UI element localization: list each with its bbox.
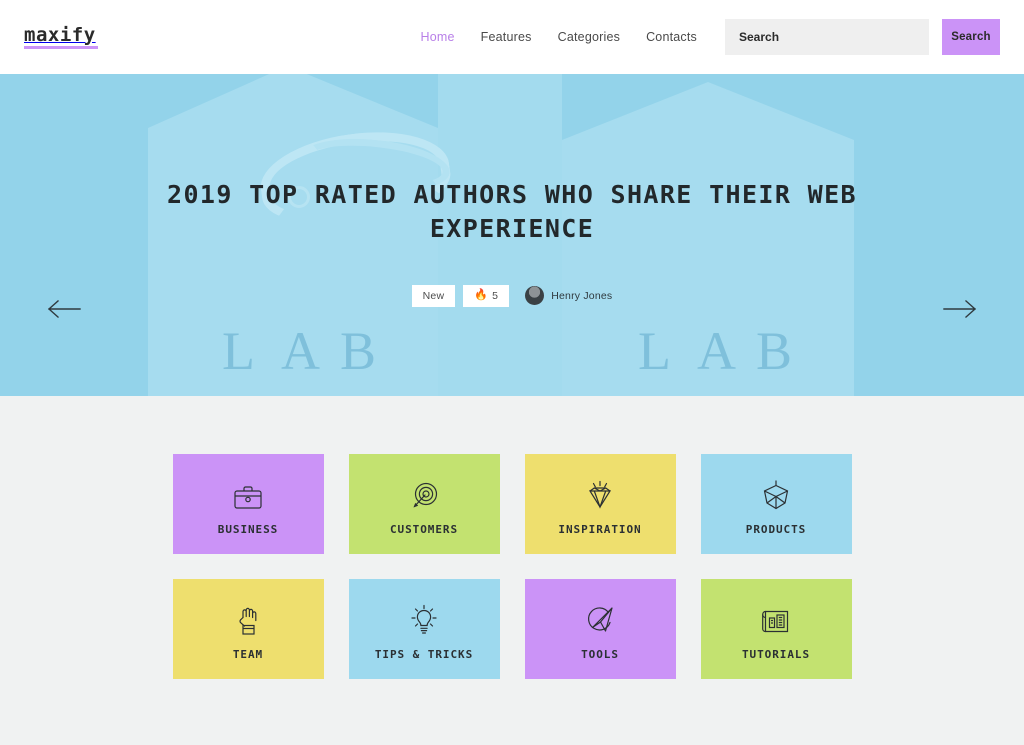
hero-slider: L A B E L PSDMockup L A B E L PSDMockup … bbox=[0, 74, 1024, 396]
nav-item-categories[interactable]: Categories bbox=[558, 30, 620, 44]
target-icon bbox=[409, 473, 439, 511]
hero-mockup-letter: B bbox=[340, 321, 380, 381]
nav-links: Home Features Categories Contacts bbox=[421, 30, 697, 44]
categories-section: Business Customers bbox=[0, 396, 1024, 679]
blueprint-icon bbox=[761, 598, 792, 636]
category-tile-tips-tricks[interactable]: Tips & Tricks bbox=[348, 579, 500, 679]
site-logo[interactable]: maxify bbox=[24, 23, 98, 49]
logo-underline bbox=[24, 45, 98, 49]
hero-title: 2019 Top Rated Authors Who Share Their W… bbox=[167, 180, 857, 244]
search-button[interactable]: Search bbox=[942, 19, 1000, 55]
category-tile-team[interactable]: Team bbox=[172, 579, 324, 679]
hero-mockup-letter: B bbox=[756, 321, 796, 381]
category-label: Tools bbox=[581, 647, 619, 661]
hero-likes-badge[interactable]: 🔥 5 bbox=[463, 284, 510, 307]
lightbulb-icon bbox=[409, 598, 439, 636]
hero-mockup-letter: A bbox=[281, 321, 324, 381]
main-navigation: Home Features Categories Contacts Search bbox=[421, 19, 1000, 55]
hero-mockup-letter: L bbox=[638, 321, 675, 381]
hero-likes-count: 5 bbox=[492, 289, 499, 302]
hero-content: 2019 Top Rated Authors Who Share Their W… bbox=[0, 178, 1024, 307]
nav-item-features[interactable]: Features bbox=[481, 30, 532, 44]
site-logo-text: maxify bbox=[24, 23, 96, 46]
category-tile-tools[interactable]: Tools bbox=[524, 579, 676, 679]
category-tile-business[interactable]: Business bbox=[172, 454, 324, 554]
category-label: Customers bbox=[389, 522, 459, 536]
paper-plane-icon bbox=[584, 598, 616, 636]
site-header: maxify Home Features Categories Contacts… bbox=[0, 0, 1024, 74]
hero-new-badge-label: New bbox=[422, 289, 445, 302]
category-label: Tutorials bbox=[741, 647, 811, 661]
category-label: Team bbox=[232, 647, 264, 661]
nav-item-home[interactable]: Home bbox=[421, 30, 455, 44]
flame-icon: 🔥 bbox=[474, 289, 489, 301]
diamond-icon bbox=[585, 473, 615, 511]
hero-mockup-letter: A bbox=[697, 321, 740, 381]
category-tile-customers[interactable]: Customers bbox=[348, 454, 500, 554]
category-label: Tips & Tricks bbox=[374, 647, 474, 661]
briefcase-icon bbox=[233, 473, 263, 511]
avatar bbox=[525, 286, 545, 305]
hero-mockup-letter: L bbox=[222, 321, 259, 381]
hero-author[interactable]: Henry Jones bbox=[525, 286, 612, 305]
nav-item-contacts[interactable]: Contacts bbox=[646, 30, 697, 44]
cube-icon bbox=[762, 473, 790, 511]
category-tile-products[interactable]: Products bbox=[700, 454, 852, 554]
category-label: Business bbox=[217, 522, 279, 536]
search-input[interactable] bbox=[725, 19, 929, 55]
category-label: Products bbox=[745, 522, 807, 536]
hero-new-badge[interactable]: New bbox=[411, 284, 456, 307]
category-label: Inspiration bbox=[558, 522, 642, 536]
hero-meta: New 🔥 5 Henry Jones bbox=[0, 284, 1024, 307]
category-tile-tutorials[interactable]: Tutorials bbox=[700, 579, 852, 679]
team-icon bbox=[233, 598, 264, 636]
categories-grid: Business Customers bbox=[172, 454, 852, 679]
hero-author-name: Henry Jones bbox=[551, 289, 613, 302]
category-tile-inspiration[interactable]: Inspiration bbox=[524, 454, 676, 554]
